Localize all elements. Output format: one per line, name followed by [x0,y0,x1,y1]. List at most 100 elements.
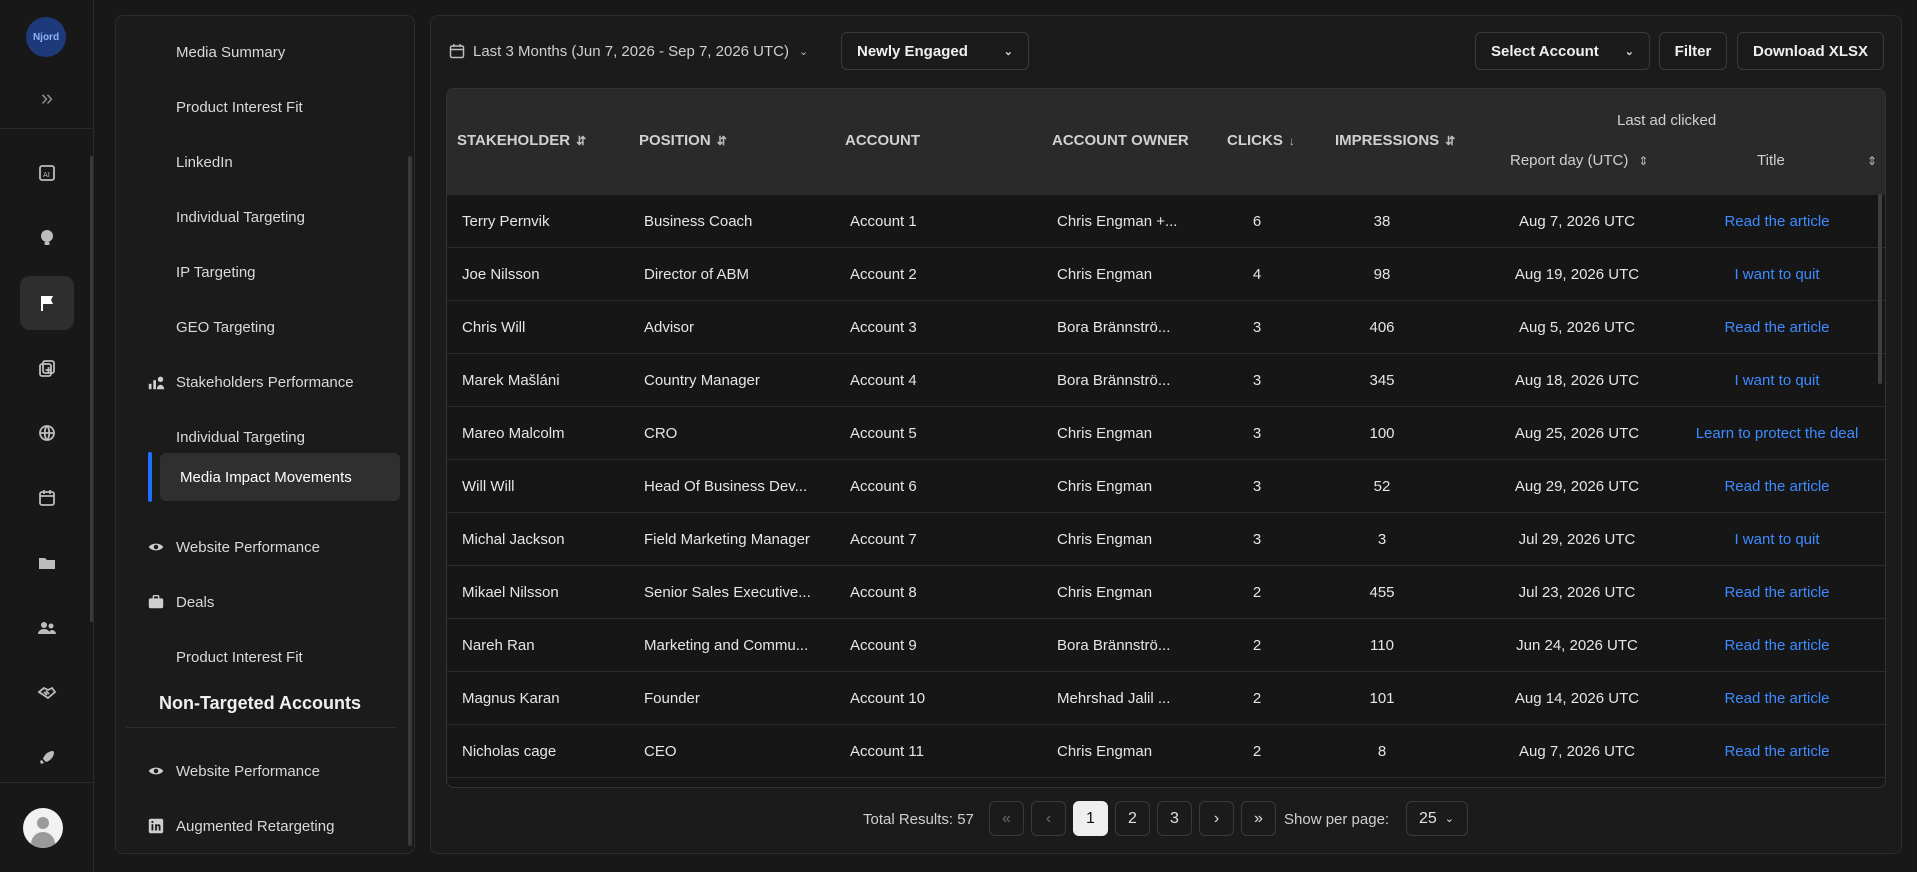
column-header-stakeholder[interactable]: STAKEHOLDER ⇵ [457,132,586,149]
table-row[interactable]: Marek Mašláni Country Manager Account 4 Bor… [447,354,1885,407]
column-header-title[interactable]: Title ⇕ [1757,152,1877,169]
nav-item-ip-targeting[interactable]: IP Targeting [126,248,366,296]
account-select[interactable]: Select Account ⌄ [1475,32,1650,70]
cell-position: Founder [644,689,700,707]
column-header-label: ACCOUNT [845,132,920,149]
cell-account: Account 5 [850,424,917,442]
nav-item-label: Individual Targeting [176,428,305,446]
nav-item-website-performance[interactable]: Website Performance [126,523,366,571]
cell-clicks: 2 [1252,583,1262,601]
cell-title-link[interactable]: Read the article [1677,619,1877,671]
cell-report-day: Aug 7, 2026 UTC [1519,742,1635,760]
nav-item-label: IP Targeting [176,263,256,281]
nav-item-stakeholders-performance[interactable]: Stakeholders Performance [126,358,366,406]
cell-title-link[interactable]: Read the article [1677,566,1877,618]
table-row[interactable]: Nareh Ran Marketing and Commu... Account 9… [447,619,1885,672]
nav-item-augmented-retargeting[interactable]: Augmented Retargeting [126,802,366,850]
people-icon[interactable] [20,601,74,655]
segment-select[interactable]: Newly Engaged ⌄ [841,32,1029,70]
nav-item-media-summary[interactable]: Media Summary [126,28,366,76]
filter-button[interactable]: Filter [1659,32,1727,70]
column-header-clicks[interactable]: CLICKS ↓ [1227,132,1295,149]
nav-item-individual-targeting[interactable]: Individual Targeting [126,193,366,241]
folder-icon[interactable] [20,536,74,590]
njord-logo[interactable]: Njord [26,17,66,57]
column-header-impressions[interactable]: IMPRESSIONS ⇵ [1335,132,1455,149]
page-3-button[interactable]: 3 [1157,801,1192,836]
table-row[interactable]: Joe Nilsson Director of ABM Account 2 Chris… [447,248,1885,301]
nav-item-label: Website Performance [176,762,320,780]
globe-icon[interactable] [20,406,74,460]
download-xlsx-button[interactable]: Download XLSX [1737,32,1884,70]
cell-title-link[interactable]: Read the article [1677,460,1877,512]
add-document-icon[interactable] [20,341,74,395]
cell-clicks: 3 [1252,477,1262,495]
rail-scrollbar[interactable] [90,156,93,622]
cell-title-link[interactable]: Read the article [1677,195,1877,247]
nav-item-deals[interactable]: Deals [126,578,366,626]
previous-page-button[interactable]: ‹ [1031,801,1066,836]
column-header-label: POSITION [639,132,711,149]
nav-item-label: Media Summary [176,43,286,61]
nav-item-product-interest-fit-2[interactable]: Product Interest Fit [126,633,366,681]
cell-position: Head Of Business Dev... [644,477,808,495]
page-2-button[interactable]: 2 [1115,801,1150,836]
next-page-button[interactable]: › [1199,801,1234,836]
date-range-label: Last 3 Months (Jun 7, 2026 - Sep 7, 2026… [473,42,790,60]
flag-icon[interactable] [20,276,74,330]
nav-item-label: Product Interest Fit [176,648,303,666]
per-page-select[interactable]: 25 ⌄ [1406,801,1468,836]
nav-item-website-performance-nt[interactable]: Website Performance [126,747,366,795]
cell-title-link[interactable]: I want to quit [1677,354,1877,406]
cell-report-day: Jul 29, 2026 UTC [1518,530,1636,548]
handshake-icon[interactable] [20,666,74,720]
cell-title-link[interactable]: Read the article [1677,725,1877,777]
cell-account: Account 7 [850,530,917,548]
nav-item-label: Individual Targeting [176,208,305,226]
user-avatar[interactable] [23,808,63,848]
rocket-icon[interactable] [20,731,74,785]
column-header-report-day[interactable]: Report day (UTC) ⇕ [1510,152,1648,169]
cell-clicks: 3 [1252,371,1262,389]
cell-title-link[interactable]: I want to quit [1677,248,1877,300]
lightbulb-icon[interactable] [20,211,74,265]
table-row[interactable]: Will Will Head Of Business Dev... Account … [447,460,1885,513]
cell-account: Account 1 [850,212,917,230]
nav-item-media-impact-movements[interactable]: Media Impact Movements [160,453,400,501]
cell-clicks: 3 [1252,424,1262,442]
cell-impressions: 455 [1369,583,1395,601]
nav-item-linkedin[interactable]: LinkedIn [126,138,366,186]
cell-impressions: 345 [1369,371,1395,389]
table-row[interactable]: Nicholas cage CEO Account 11 Chris Engman 2 8… [447,725,1885,778]
ai-report-icon[interactable]: AI [20,146,74,200]
table-row[interactable]: Michal Jackson Field Marketing Manager Acc… [447,513,1885,566]
table-row[interactable]: Chris Will Advisor Account 3 Bora Brännströ… [447,301,1885,354]
last-page-button[interactable]: » [1241,801,1276,836]
cell-report-day: Aug 5, 2026 UTC [1519,318,1635,336]
cell-stakeholder: Marek Mašláni [462,371,560,389]
table-row[interactable]: Mikael Nilsson Senior Sales Executive... A… [447,566,1885,619]
cell-report-day: Aug 29, 2026 UTC [1514,477,1640,495]
cell-title-link[interactable]: Learn to protect the deal [1677,407,1877,459]
cell-title-link[interactable]: Read the article [1677,301,1877,353]
date-range-picker[interactable]: Last 3 Months (Jun 7, 2026 - Sep 7, 2026… [449,34,808,68]
table-row[interactable]: Terry Pernvik Business Coach Account 1 Chri… [447,195,1885,248]
page-1-button[interactable]: 1 [1073,801,1108,836]
cell-title-link[interactable]: I want to quit [1677,513,1877,565]
table-row[interactable]: Magnus Karan Founder Account 10 Mehrshad Ja… [447,672,1885,725]
nav-scrollbar[interactable] [408,156,412,846]
column-header-position[interactable]: POSITION ⇵ [639,132,727,149]
cell-position: Business Coach [644,212,753,230]
nav-active-indicator [148,452,152,502]
nav-item-product-interest-fit[interactable]: Product Interest Fit [126,83,366,131]
cell-impressions: 406 [1369,318,1395,336]
cell-title-link[interactable]: Read the article [1677,672,1877,724]
calendar-icon[interactable] [20,471,74,525]
table-row[interactable]: Mareo Malcolm CRO Account 5 Chris Engman 3 10… [447,407,1885,460]
cell-clicks: 2 [1252,636,1262,654]
first-page-button[interactable]: « [989,801,1024,836]
table-scrollbar[interactable] [1878,194,1882,384]
expand-sidebar-icon[interactable]: » [33,84,61,112]
cell-account-owner: Chris Engman [1057,742,1153,760]
nav-item-geo-targeting[interactable]: GEO Targeting [126,303,366,351]
